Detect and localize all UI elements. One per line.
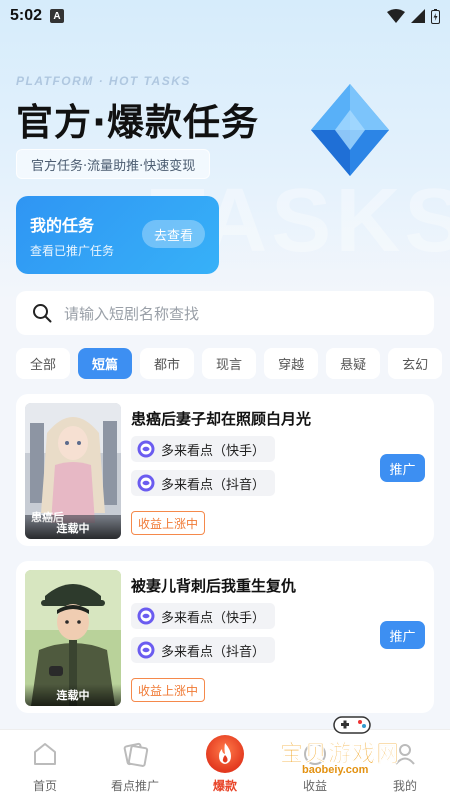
my-task-card[interactable]: 我的任务 查看已推广任务 去查看: [16, 196, 219, 274]
home-icon: [28, 737, 62, 771]
category-mystery[interactable]: 悬疑: [326, 348, 381, 379]
category-urban[interactable]: 都市: [140, 348, 195, 379]
profile-icon: [388, 737, 422, 771]
tab-home[interactable]: 首页: [0, 730, 90, 800]
category-all[interactable]: 全部: [16, 348, 71, 379]
drama-card[interactable]: 患癌后 连载中 患癌后妻子却在照顾白月光 多来看点（快手） 多来看点（抖音） 收…: [16, 394, 434, 546]
tab-promote-label: 看点推广: [110, 779, 159, 793]
platform-logo-icon: [137, 440, 155, 458]
earnings-tag: 收益上涨中: [131, 678, 206, 702]
platform-tag: 多来看点（快手）: [131, 603, 276, 629]
drama-cover[interactable]: 患癌后 连载中: [25, 403, 121, 539]
drama-title: 患癌后妻子却在照顾白月光: [131, 410, 312, 428]
platform-tag: 多来看点（抖音）: [131, 470, 276, 496]
wifi-icon: [387, 9, 405, 23]
search-bar[interactable]: 请输入短剧名称查找: [16, 291, 434, 335]
platform-label: 多来看点（抖音）: [161, 477, 266, 493]
promote-cards-icon: [118, 737, 152, 771]
platform-label: 多来看点（快手）: [161, 443, 266, 459]
promote-button[interactable]: 推广: [380, 454, 425, 482]
tab-earnings-label: 收益: [302, 779, 327, 793]
tab-hot-label: 爆款: [212, 779, 237, 793]
view-tasks-button[interactable]: 去查看: [141, 220, 205, 248]
signal-icon: [411, 9, 425, 23]
platform-logo-icon: [137, 474, 155, 492]
category-romance[interactable]: 现言: [202, 348, 257, 379]
platform-tag: 多来看点（快手）: [131, 436, 276, 462]
search-input[interactable]: 请输入短剧名称查找: [64, 303, 199, 324]
platform-logo-icon: [137, 641, 155, 659]
earnings-icon: [298, 737, 332, 771]
battery-icon: [431, 8, 440, 24]
drama-cover[interactable]: 连载中: [25, 570, 121, 706]
tab-earnings[interactable]: 收益: [270, 730, 360, 800]
drama-title: 被妻儿背刺后我重生复仇: [131, 577, 297, 595]
tab-mine[interactable]: 我的: [360, 730, 450, 800]
page-title: 官方·爆款任务: [16, 101, 260, 144]
status-time: 5:02: [10, 7, 43, 24]
earnings-tag: 收益上涨中: [131, 511, 206, 535]
search-icon: [33, 304, 52, 323]
tab-hot[interactable]: 爆款: [180, 730, 270, 800]
tab-promote[interactable]: 看点推广: [90, 730, 180, 800]
crystal-icon: [311, 84, 389, 176]
platform-tag: 多来看点（抖音）: [131, 637, 276, 663]
tab-mine-label: 我的: [392, 779, 417, 793]
platform-logo-icon: [137, 607, 155, 625]
hero-tagline: PLATFORM · HOT TASKS: [16, 74, 191, 88]
category-short[interactable]: 短篇: [78, 348, 133, 379]
category-time-travel[interactable]: 穿越: [264, 348, 319, 379]
notification-icon: A: [50, 9, 65, 23]
bottom-tab-bar: 首页 看点推广 爆款 收益 我的: [0, 730, 450, 800]
platform-label: 多来看点（抖音）: [161, 644, 266, 660]
tab-home-label: 首页: [32, 779, 57, 793]
status-bar: 5:02 A: [0, 0, 450, 32]
fire-icon: [206, 735, 244, 773]
hero-subtitle: 官方任务·流量助推·快速变现: [16, 149, 211, 179]
category-tabs: 全部 短篇 都市 现言 穿越 悬疑 玄幻: [16, 348, 450, 380]
drama-card[interactable]: 连载中 被妻儿背刺后我重生复仇 多来看点（快手） 多来看点（抖音） 收益上涨中 …: [16, 561, 434, 713]
status-badge: 连载中: [25, 517, 121, 539]
category-fantasy[interactable]: 玄幻: [388, 348, 443, 379]
status-badge: 连载中: [25, 684, 121, 706]
promote-button[interactable]: 推广: [380, 621, 425, 649]
platform-label: 多来看点（快手）: [161, 610, 266, 626]
